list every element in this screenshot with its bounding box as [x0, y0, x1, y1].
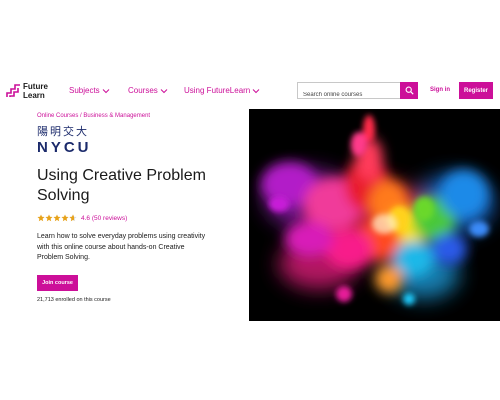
chevron-down-icon — [102, 88, 110, 93]
logo-text: Future Learn — [23, 82, 48, 100]
breadcrumb-business-management[interactable]: Business & Management — [83, 113, 150, 119]
university-name-chinese: 陽明交大 — [37, 125, 89, 138]
join-course-button[interactable]: Join course — [37, 274, 78, 291]
top-navigation: Future Learn Subjects Courses Using Futu… — [0, 78, 500, 104]
futurelearn-logo[interactable]: Future Learn — [6, 82, 52, 102]
star-half-icon — [69, 214, 77, 222]
rating-stars — [37, 214, 77, 222]
chevron-down-icon — [160, 88, 168, 93]
star-icon — [37, 214, 45, 222]
university-name-english: NYCU — [37, 139, 92, 156]
course-hero-info: Online Courses / Business & Management 陽… — [37, 113, 237, 303]
course-hero-image — [249, 109, 500, 321]
nav-courses[interactable]: Courses — [128, 86, 168, 95]
nav-subjects-label: Subjects — [69, 86, 100, 95]
search-button[interactable] — [400, 82, 418, 99]
enrolled-count: 21,713 enrolled on this course — [37, 296, 111, 303]
breadcrumb: Online Courses / Business & Management — [37, 113, 237, 119]
course-description: Learn how to solve everyday problems usi… — [37, 233, 206, 261]
star-icon — [61, 214, 69, 222]
breadcrumb-online-courses[interactable]: Online Courses — [37, 113, 78, 119]
search-icon — [405, 86, 414, 95]
chevron-down-icon — [252, 88, 260, 93]
nav-using-futurelearn-label: Using FutureLearn — [184, 86, 251, 95]
breadcrumb-separator: / — [80, 113, 82, 119]
course-title: Using Creative Problem Solving — [37, 167, 206, 204]
register-button[interactable]: Register — [459, 82, 493, 99]
nav-courses-label: Courses — [128, 86, 158, 95]
rating-text[interactable]: 4.6 (50 reviews) — [81, 215, 127, 222]
color-powder-explosion-image — [249, 109, 500, 321]
university-logo: 陽明交大 NYCU — [37, 126, 237, 157]
search-input[interactable] — [298, 87, 401, 103]
star-icon — [53, 214, 61, 222]
signin-link[interactable]: Sign in — [430, 87, 450, 93]
course-rating[interactable]: 4.6 (50 reviews) — [37, 214, 237, 222]
nav-subjects[interactable]: Subjects — [69, 86, 110, 95]
star-icon — [45, 214, 53, 222]
nav-using-futurelearn[interactable]: Using FutureLearn — [184, 86, 260, 95]
search-box — [297, 82, 401, 103]
futurelearn-logo-icon — [6, 84, 20, 97]
